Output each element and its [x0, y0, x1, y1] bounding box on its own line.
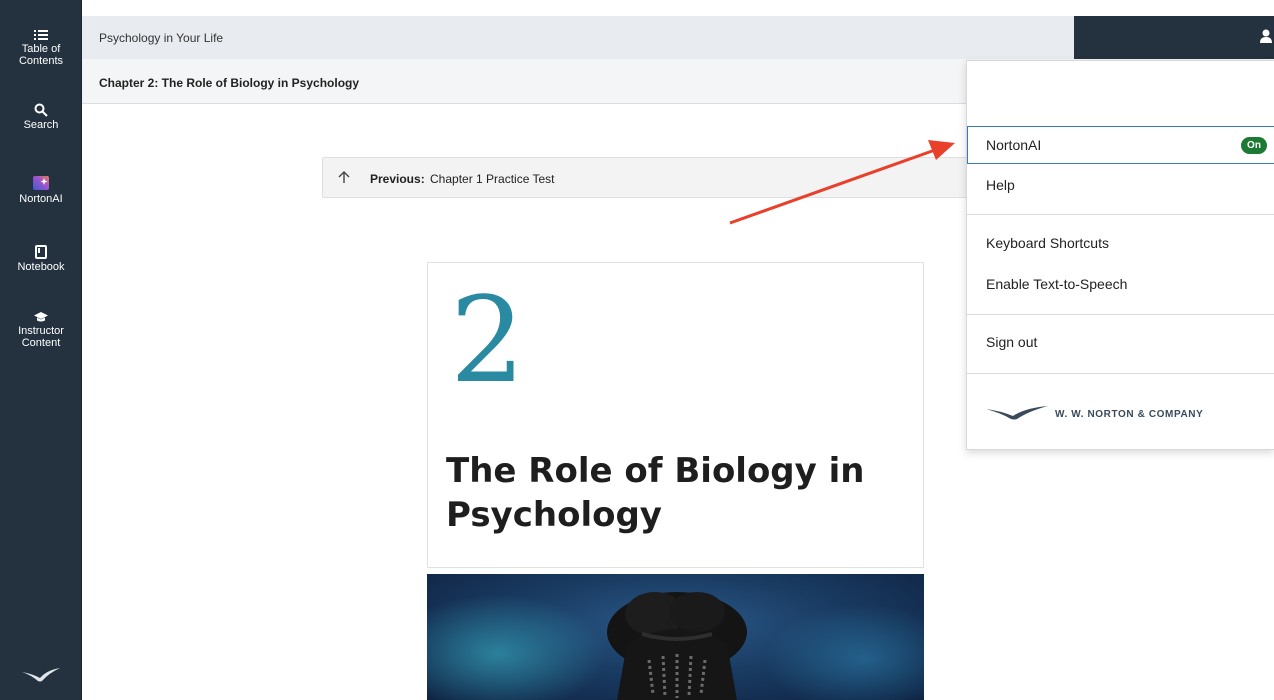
- menu-item-label: Sign out: [986, 334, 1038, 350]
- account-menu-button[interactable]: [1074, 16, 1274, 59]
- book-title: Psychology in Your Life: [99, 31, 224, 45]
- graduation-cap-icon: [34, 312, 48, 322]
- menu-item-label: Enable Text-to-Speech: [986, 276, 1128, 292]
- list-icon: [34, 30, 48, 40]
- menu-item-keyboard-shortcuts[interactable]: Keyboard Shortcuts: [967, 224, 1274, 262]
- left-rail: Table of Contents Search NortonAI Notebo…: [0, 0, 82, 700]
- menu-divider: [967, 373, 1274, 374]
- chapter-title: Chapter 2: The Role of Biology in Psycho…: [99, 76, 360, 90]
- norton-seagull-logo-icon: [986, 406, 1048, 420]
- menu-item-nortonai[interactable]: NortonAI On: [967, 126, 1274, 164]
- arrow-up-icon: [338, 171, 350, 183]
- search-icon: [34, 103, 48, 117]
- rail-item-table-of-contents[interactable]: Table of Contents: [0, 29, 82, 67]
- rail-label: NortonAI: [19, 193, 63, 205]
- menu-item-help[interactable]: Help: [967, 166, 1274, 204]
- rail-item-instructor-content[interactable]: Instructor Content: [0, 311, 82, 349]
- rail-label: Notebook: [17, 261, 65, 273]
- menu-item-sign-out[interactable]: Sign out: [967, 323, 1274, 361]
- menu-divider: [967, 214, 1274, 215]
- user-icon: [1260, 29, 1272, 43]
- previous-target: Chapter 1 Practice Test: [430, 172, 555, 186]
- chapter-number: 2: [450, 271, 526, 409]
- menu-item-text-to-speech[interactable]: Enable Text-to-Speech: [967, 265, 1274, 303]
- menu-item-label: Keyboard Shortcuts: [986, 235, 1109, 251]
- chapter-opener-card: 2 The Role of Biology in Psychology: [427, 262, 924, 568]
- athlete-figure: [607, 592, 747, 700]
- status-badge: On: [1241, 137, 1267, 154]
- chapter-opener-photo: [427, 574, 924, 700]
- rail-item-nortonai[interactable]: NortonAI: [0, 175, 82, 205]
- account-dropdown-menu: NortonAI On Help Keyboard Shortcuts Enab…: [966, 60, 1274, 450]
- rail-item-search[interactable]: Search: [0, 103, 82, 131]
- rail-item-notebook[interactable]: Notebook: [0, 245, 82, 273]
- previous-label: Previous:: [370, 172, 425, 186]
- logo-text: W. W. NORTON & COMPANY: [1055, 409, 1204, 420]
- rail-label: Search: [23, 119, 59, 131]
- book-title-bar: Psychology in Your Life: [82, 16, 1274, 59]
- nortonai-icon: [33, 176, 49, 190]
- chapter-heading: The Role of Biology in Psychology: [446, 451, 865, 535]
- menu-item-label: Help: [986, 177, 1015, 193]
- notebook-icon: [35, 245, 47, 259]
- menu-item-label: NortonAI: [986, 137, 1042, 153]
- rail-label: Instructor Content: [18, 325, 64, 349]
- norton-seagull-logo-icon: [22, 668, 60, 682]
- menu-divider: [967, 314, 1274, 315]
- rail-label: Table of Contents: [18, 43, 64, 67]
- previous-section-link[interactable]: Previous: Chapter 1 Practice Test: [322, 157, 1022, 198]
